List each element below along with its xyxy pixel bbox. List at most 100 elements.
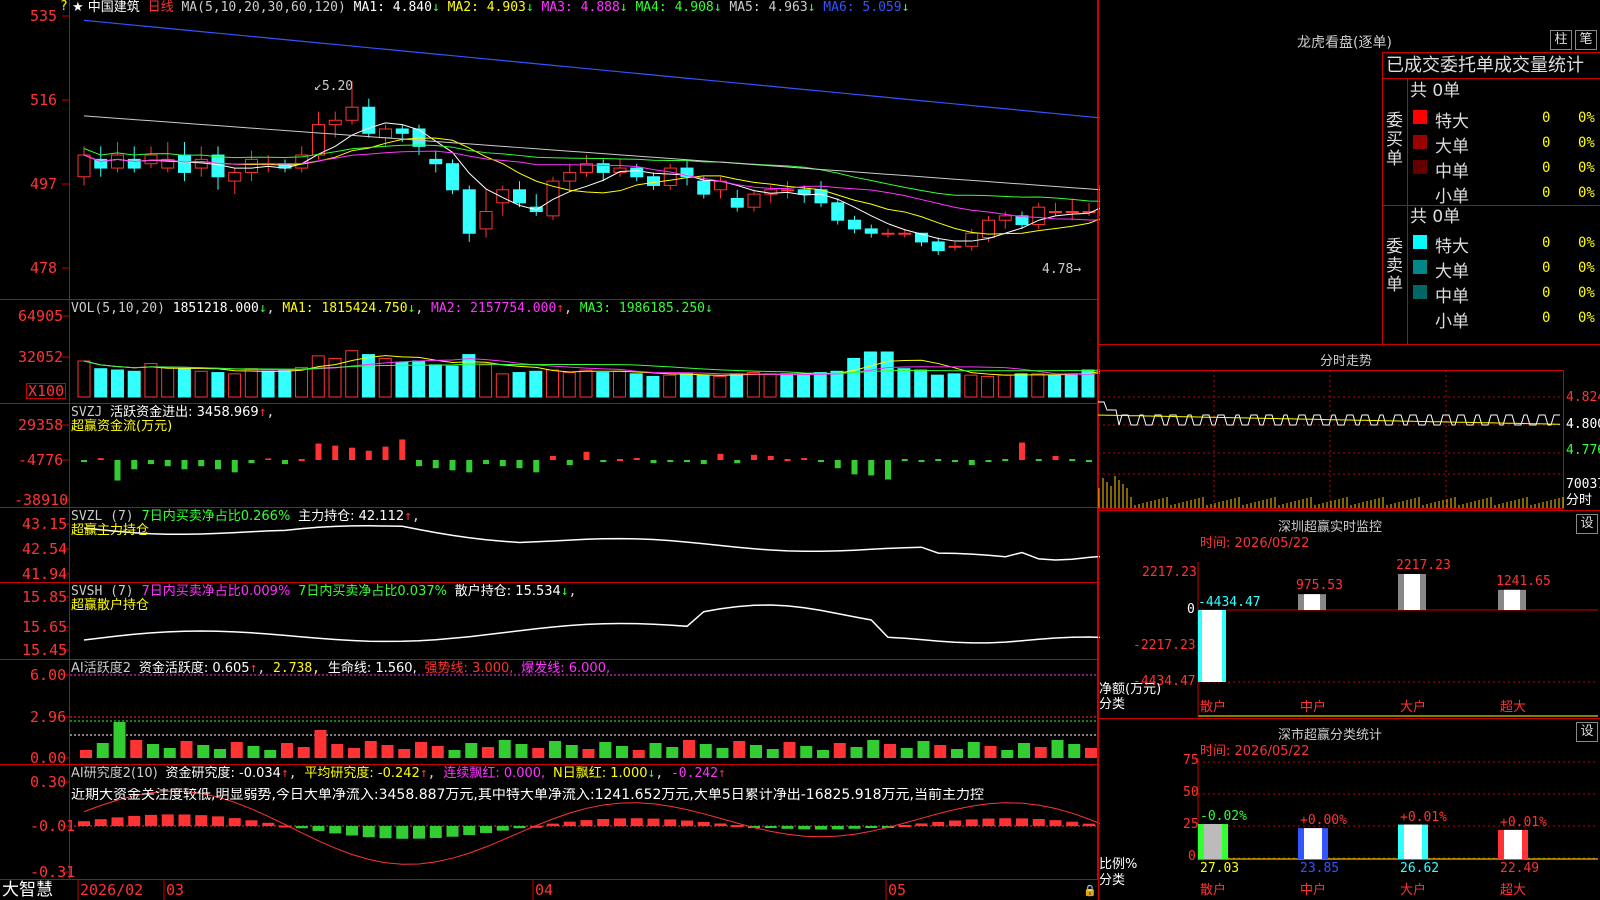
date-axis-ticks [77,879,887,900]
flow-bar [215,460,221,470]
svsh-axis-3: 15.45 [22,641,68,659]
active-bar [666,747,679,758]
active-bar [331,744,344,758]
monitor-settings-button[interactable]: 设 [1576,514,1598,534]
flow-bar [349,447,355,460]
flow-bar [399,439,406,460]
vol-bar [579,369,593,398]
longhu-title: 龙虎看盘(逐单) [1297,35,1392,51]
tick-mode-button[interactable]: 笔 [1575,30,1597,50]
flow-bar [734,460,741,464]
vol-bar [612,370,626,398]
classify-cat-3: 大户 [1400,883,1427,898]
research-bar [714,823,727,826]
flow-bar [533,460,540,473]
buy-row-1-count: 0 [1542,110,1551,126]
active-bar [632,750,645,758]
active-bar [364,741,377,758]
active-bar [180,741,193,758]
main-chart-area[interactable] [0,0,1100,900]
vol-bar [445,365,459,398]
svzl-header: SVZL (7) 7日内买卖净占比0.266% 主力持仓: 42.112↑, [71,509,420,524]
flow-bar [901,459,908,461]
active-bar [951,749,963,758]
vol-unit-button[interactable]: X100 [26,383,67,399]
sell-row-4-pct: 0% [1578,310,1595,326]
research-bar [463,826,476,836]
vol-axis-1: 64905 [18,307,64,325]
candle-body [998,215,1012,221]
sell-row-3-count: 0 [1542,285,1551,301]
svsh-line [83,604,1100,644]
classify-pct-4: 22.49 [1500,861,1540,876]
candle-body [1049,211,1062,214]
price-axis-2: 516 [30,91,58,109]
question-icon[interactable]: ? [60,0,68,14]
flow-bar [834,460,841,469]
vol-bar [428,364,442,398]
candle-body [697,180,711,195]
monitor-bar-3-inner [1404,574,1420,610]
intraday-sub: 分时 [1566,493,1593,508]
candle-body [379,128,392,139]
research-bar [597,818,610,826]
active-bar [733,741,746,758]
intraday-chart[interactable] [1098,370,1600,510]
candle-body [630,167,644,178]
classify-settings-button[interactable]: 设 [1576,722,1598,742]
flow-bar [298,459,305,461]
ma-value-1: MA1: 4.840 [353,0,432,15]
svzj-label: 活跃资金进出: 3458.969 [110,405,259,420]
flow-bar [432,460,439,469]
flow-bar [382,446,389,460]
active-bar [867,740,880,758]
vol-bar [863,351,877,398]
active-bar [80,750,92,758]
sell-row-2-swatch [1413,260,1427,274]
active-bar [482,747,494,758]
longhu-mid-divider [1382,205,1600,206]
active-bar [264,750,277,758]
candle-body [814,189,828,204]
svzl-hold: 主力持仓: 42.112 [298,509,405,524]
buy-row-1-pct: 0% [1578,110,1595,126]
flow-bar [1069,459,1076,461]
vol-bar [596,372,610,398]
classify-left-label1: 比例% [1099,857,1138,872]
flow-bar [315,443,322,460]
monitor-time: 时间: 2026/05/22 [1200,536,1310,551]
research-bar [647,818,660,826]
flow-bar [885,460,891,480]
lock-icon[interactable]: 🔒 [1083,884,1097,898]
research-bar [965,819,978,826]
flow-bar [566,460,573,466]
candle-body [831,202,845,221]
research-bar [664,819,677,826]
active-bar [532,748,545,758]
bar-mode-button[interactable]: 柱 [1550,30,1572,50]
research-bar [228,818,241,826]
vol-value: 1851218.000 [172,301,259,316]
vol-bar [361,354,375,398]
high-price-value: 5.20 [321,79,354,94]
flow-bar [952,460,958,463]
research-bar [513,826,526,829]
sell-row-3-pct: 0% [1578,285,1595,301]
flow-bar [550,455,556,460]
intraday-axis-3: 4.776 [1566,443,1600,458]
ai-active-title: AI活跃度2 [71,661,131,676]
ai-research-avg: 平均研究度: -0.242 [304,766,420,781]
active-bar [348,748,360,758]
vol-bar [713,375,727,398]
research-bar [111,817,124,826]
monitor-cat-4: 超大 [1500,700,1527,715]
flow-bar [449,460,456,471]
active-bar [766,749,779,758]
stock-period[interactable]: 日线 [148,0,174,15]
classify-cat-4: 超大 [1500,883,1527,898]
ai-research-n: N日飘红: 1.000 [553,766,648,781]
ma-value-6: MA6: 5.059 [815,0,902,15]
buy-row-3-swatch [1413,160,1427,174]
research-bar [480,826,492,833]
sell-row-4-count: 0 [1542,310,1551,326]
